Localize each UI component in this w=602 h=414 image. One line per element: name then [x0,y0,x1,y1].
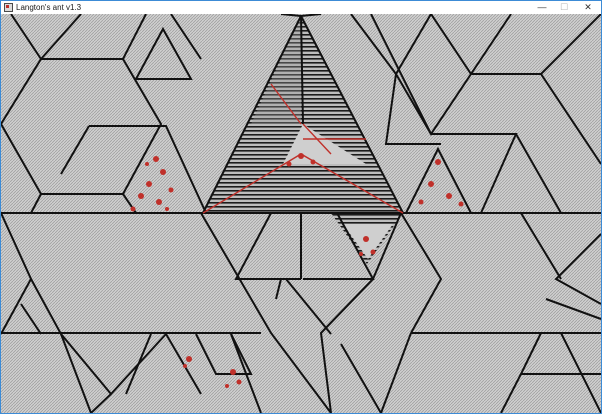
app-window: Langton's ant v1.3 — ☐ ✕ [0,0,602,414]
simulation-canvas[interactable] [1,14,601,413]
maximize-icon[interactable]: ☐ [553,1,575,14]
window-controls: — ☐ ✕ [531,1,601,14]
minimize-icon[interactable]: — [531,1,553,14]
app-icon [4,3,13,12]
ant-grid [1,14,601,413]
close-icon[interactable]: ✕ [575,1,601,14]
window-title: Langton's ant v1.3 [16,3,82,12]
title-bar[interactable]: Langton's ant v1.3 — ☐ ✕ [1,1,601,14]
